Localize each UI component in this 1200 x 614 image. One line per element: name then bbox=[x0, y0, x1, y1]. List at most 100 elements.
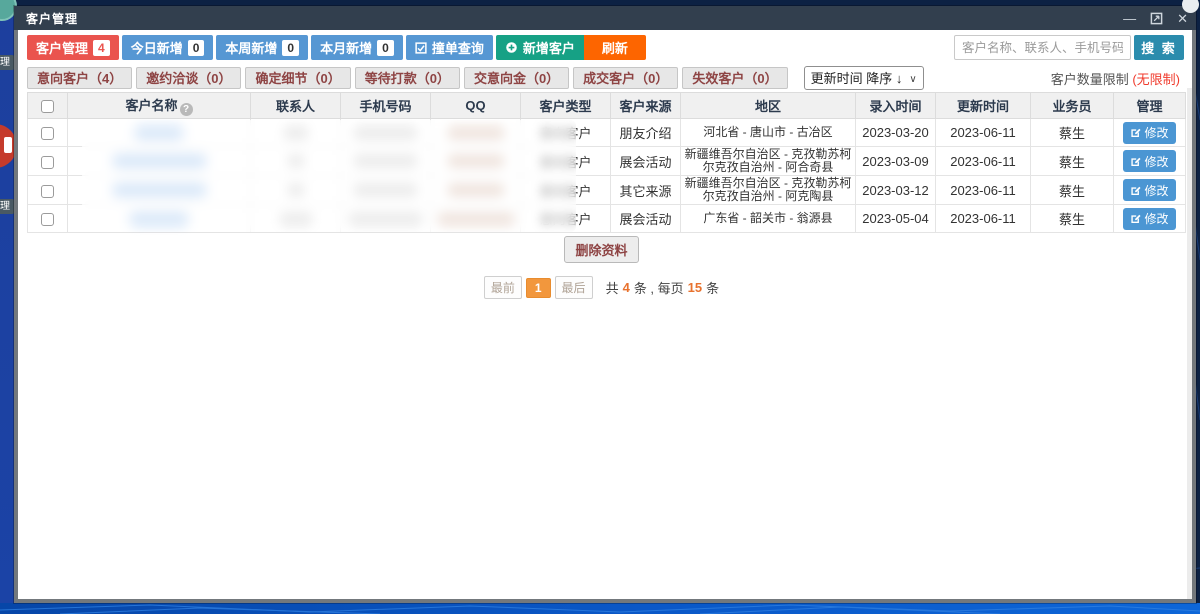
col-phone: 手机号码 bbox=[341, 93, 431, 119]
customer-type-cell: 意向客户 bbox=[521, 119, 611, 147]
refresh-button[interactable]: 刷新 bbox=[584, 35, 646, 60]
salesperson-cell: 蔡生 bbox=[1031, 147, 1114, 176]
phone-blurred bbox=[348, 212, 423, 226]
toolbar: 客户管理 4 今日新增 0 本周新增 0 本月新增 0 撞单查询 bbox=[18, 30, 1192, 62]
background-menu-badge[interactable]: 理 bbox=[0, 199, 15, 214]
table-row: 意向客户 其它来源 新疆维吾尔自治区 - 克孜勒苏柯尔克孜自治州 - 阿克陶县 … bbox=[28, 176, 1186, 205]
row-checkbox[interactable] bbox=[41, 127, 54, 140]
tab-confirm-details[interactable]: 确定细节（0） bbox=[245, 67, 350, 89]
last-page-button[interactable]: 最后 bbox=[555, 276, 593, 299]
edit-button[interactable]: 修改 bbox=[1123, 122, 1175, 144]
customer-limit-text: 客户数量限制 (无限制) bbox=[1051, 69, 1180, 88]
tab-intent-customers[interactable]: 意向客户（4） bbox=[27, 67, 132, 89]
total-count: 4 bbox=[623, 280, 630, 295]
col-created-time: 录入时间 bbox=[856, 93, 936, 119]
table-row: 意向客户 展会活动 新疆维吾尔自治区 - 克孜勒苏柯尔克孜自治州 - 阿合奇县 … bbox=[28, 147, 1186, 176]
window-titlebar[interactable]: 客户管理 — ✕ bbox=[14, 6, 1196, 30]
col-salesperson: 业务员 bbox=[1031, 93, 1114, 119]
window-title: 客户管理 bbox=[26, 10, 78, 27]
edit-icon bbox=[1130, 213, 1141, 224]
new-this-month-button[interactable]: 本月新增 0 bbox=[311, 35, 403, 60]
row-checkbox[interactable] bbox=[41, 213, 54, 226]
new-this-month-label: 本月新增 bbox=[320, 38, 372, 57]
customer-source-cell: 展会活动 bbox=[611, 147, 681, 176]
duplicate-check-button[interactable]: 撞单查询 bbox=[406, 35, 493, 60]
customer-name-link-blurred[interactable] bbox=[112, 154, 207, 168]
maximize-button[interactable] bbox=[1150, 12, 1163, 25]
qq-blurred bbox=[447, 154, 505, 168]
col-region: 地区 bbox=[681, 93, 856, 119]
red-circle-glyph bbox=[4, 137, 12, 153]
maximize-icon bbox=[1150, 12, 1163, 25]
tab-invite-negotiation[interactable]: 邀约洽谈（0） bbox=[136, 67, 241, 89]
chevron-down-icon bbox=[909, 70, 916, 85]
current-page-indicator[interactable]: 1 bbox=[526, 278, 551, 298]
taskbar-strip bbox=[0, 603, 1200, 614]
new-today-button[interactable]: 今日新增 0 bbox=[122, 35, 214, 60]
edit-button[interactable]: 修改 bbox=[1123, 208, 1175, 230]
edit-icon bbox=[1130, 156, 1141, 167]
customer-name-link-blurred[interactable] bbox=[112, 183, 207, 197]
phone-blurred bbox=[353, 183, 418, 197]
plus-circle-icon bbox=[505, 41, 518, 54]
search-input[interactable] bbox=[954, 35, 1131, 60]
window-body: 客户管理 4 今日新增 0 本周新增 0 本月新增 0 撞单查询 bbox=[14, 30, 1196, 603]
edit-button[interactable]: 修改 bbox=[1123, 179, 1175, 201]
new-this-week-button[interactable]: 本周新增 0 bbox=[216, 35, 308, 60]
updated-time-cell: 2023-06-11 bbox=[936, 205, 1031, 233]
add-customer-button[interactable]: 新增客户 bbox=[496, 35, 584, 60]
new-today-label: 今日新增 bbox=[131, 38, 183, 57]
created-time-cell: 2023-03-12 bbox=[856, 176, 936, 205]
tab-deposit-paid[interactable]: 交意向金（0） bbox=[464, 67, 569, 89]
delete-records-button[interactable]: 删除资料 bbox=[564, 236, 638, 263]
phone-blurred bbox=[353, 126, 418, 140]
tab-closed-customers[interactable]: 成交客户（0） bbox=[573, 67, 678, 89]
col-qq: QQ bbox=[431, 93, 521, 119]
customer-table-wrap: 客户名称 联系人 手机号码 QQ 客户类型 客户来源 地区 录入时间 更新时间 … bbox=[27, 92, 1185, 233]
table-header-row: 客户名称 联系人 手机号码 QQ 客户类型 客户来源 地区 录入时间 更新时间 … bbox=[28, 93, 1186, 119]
minimize-button[interactable]: — bbox=[1123, 12, 1136, 25]
help-icon[interactable] bbox=[180, 103, 193, 116]
row-checkbox[interactable] bbox=[41, 185, 54, 198]
customer-name-link-blurred[interactable] bbox=[129, 212, 189, 226]
tab-awaiting-payment[interactable]: 等待打款（0） bbox=[355, 67, 460, 89]
new-today-badge: 0 bbox=[188, 40, 205, 56]
table-row: 意向客户 展会活动 广东省 - 韶关市 - 翁源县 2023-05-04 202… bbox=[28, 205, 1186, 233]
customer-type-cell: 意向客户 bbox=[521, 147, 611, 176]
edit-button[interactable]: 修改 bbox=[1123, 150, 1175, 172]
background-menu-badge[interactable]: 理 bbox=[0, 55, 15, 70]
customer-source-cell: 朋友介绍 bbox=[611, 119, 681, 147]
customers-button[interactable]: 客户管理 4 bbox=[27, 35, 119, 60]
scrollbar[interactable] bbox=[1187, 88, 1192, 599]
region-cell: 新疆维吾尔自治区 - 克孜勒苏柯尔克孜自治州 - 阿合奇县 bbox=[681, 147, 856, 176]
qq-blurred bbox=[447, 183, 505, 197]
filter-bar: 意向客户（4） 邀约洽谈（0） 确定细节（0） 等待打款（0） 交意向金（0） … bbox=[18, 62, 1192, 90]
row-checkbox[interactable] bbox=[41, 156, 54, 169]
delete-row: 删除资料 bbox=[18, 236, 1185, 263]
tab-lost-customers[interactable]: 失效客户（0） bbox=[682, 67, 787, 89]
col-contact: 联系人 bbox=[251, 93, 341, 119]
sort-order-select[interactable]: 更新时间 降序 ↓ bbox=[804, 66, 924, 90]
qq-blurred bbox=[447, 126, 505, 140]
close-button[interactable]: ✕ bbox=[1177, 12, 1188, 25]
qq-blurred bbox=[437, 212, 515, 226]
col-customer-name: 客户名称 bbox=[68, 93, 251, 119]
customer-limit-value: (无限制) bbox=[1132, 72, 1180, 87]
customer-name-link-blurred[interactable] bbox=[134, 126, 184, 140]
search-button[interactable]: 搜 索 bbox=[1134, 35, 1184, 60]
per-page-count: 15 bbox=[688, 280, 702, 295]
first-page-button[interactable]: 最前 bbox=[484, 276, 522, 299]
customer-source-cell: 其它来源 bbox=[611, 176, 681, 205]
salesperson-cell: 蔡生 bbox=[1031, 119, 1114, 147]
new-this-week-label: 本周新增 bbox=[225, 38, 277, 57]
pagination-summary: 共 4 条 , 每页 15 条 bbox=[606, 278, 720, 297]
created-time-cell: 2023-03-20 bbox=[856, 119, 936, 147]
updated-time-cell: 2023-06-11 bbox=[936, 147, 1031, 176]
select-all-checkbox[interactable] bbox=[41, 100, 54, 113]
customer-type-cell: 意向客户 bbox=[521, 205, 611, 233]
duplicate-check-label: 撞单查询 bbox=[432, 38, 484, 57]
background-app-sidebar: 理 理 bbox=[0, 0, 14, 603]
pagination: 最前 1 最后 共 4 条 , 每页 15 条 bbox=[18, 276, 1185, 299]
customer-management-window: 客户管理 — ✕ 客户管理 4 今日新增 0 本周新增 bbox=[14, 6, 1196, 603]
col-manage: 管理 bbox=[1114, 93, 1186, 119]
